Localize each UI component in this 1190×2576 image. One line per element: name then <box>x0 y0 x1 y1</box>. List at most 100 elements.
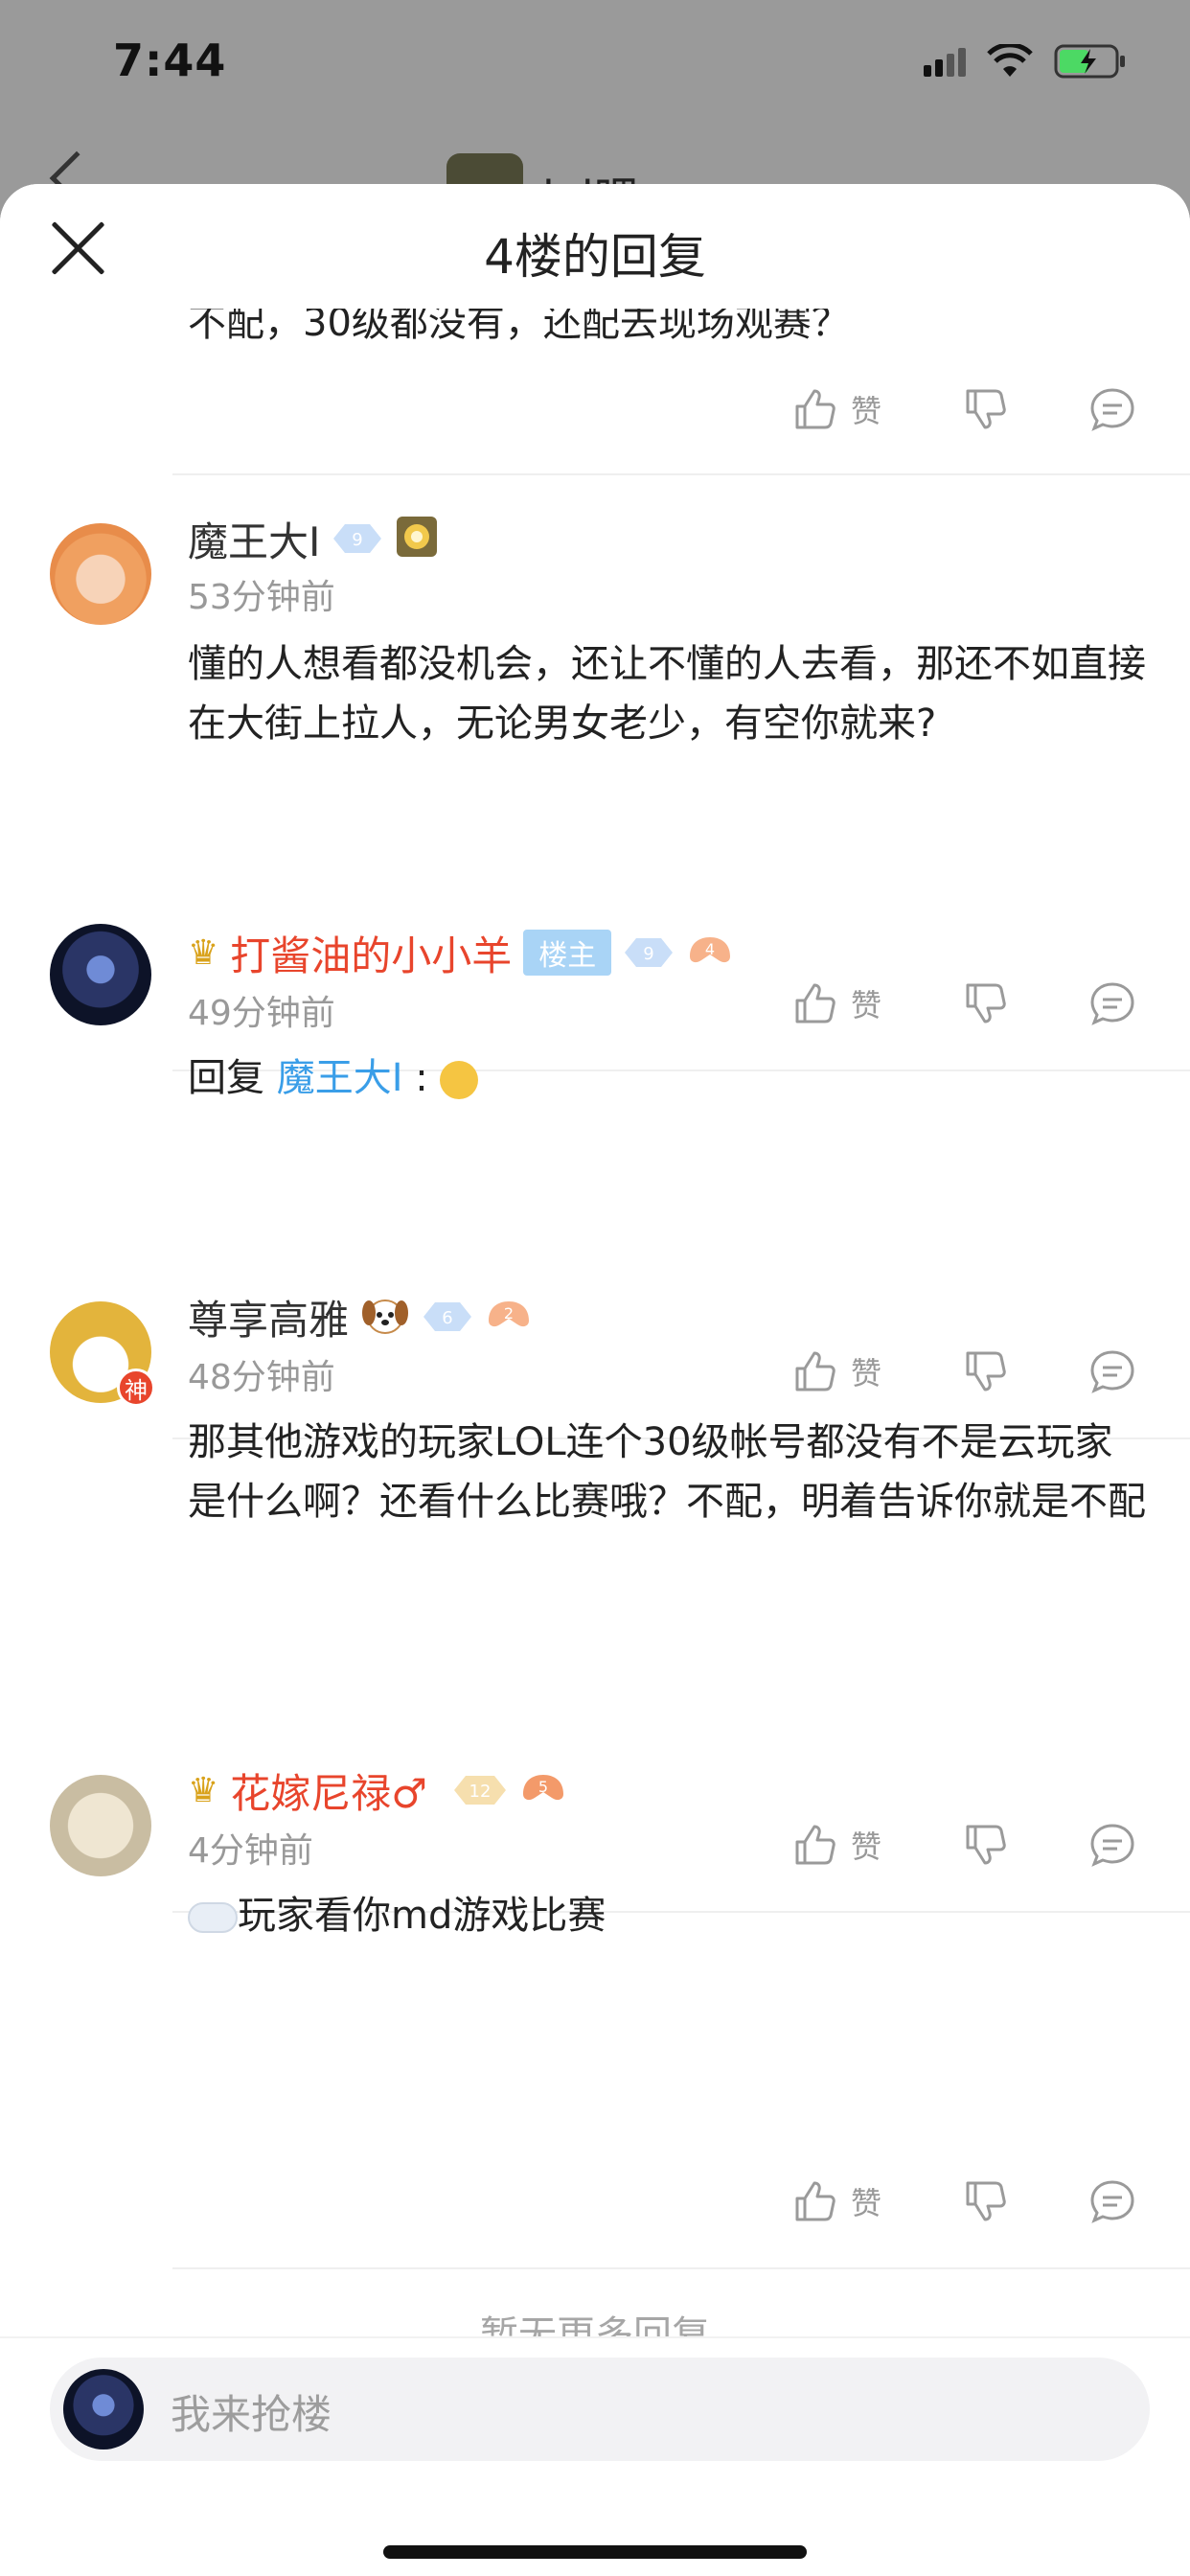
like-label: 赞 <box>851 1828 882 1865</box>
username-row: ♛ 打酱油的小小羊 楼主 9 4 <box>188 924 734 981</box>
level-badge: 9 <box>332 522 383 555</box>
dislike-button[interactable] <box>962 385 1010 433</box>
post-time: 48分钟前 <box>188 1358 335 1397</box>
thumbs-up-icon <box>795 1825 835 1865</box>
fan-level-icon: 2 <box>485 1296 533 1338</box>
dog-face-emoji-icon <box>360 1292 410 1342</box>
reply-body: 玩家看你md游戏比赛 <box>238 1894 606 1938</box>
like-label: 赞 <box>851 393 882 429</box>
dislike-button[interactable] <box>962 2177 1010 2225</box>
sheet-header: 4楼的回复 <box>0 184 1190 309</box>
background-nav: lol吧 <box>0 134 1190 230</box>
thumbs-down-icon <box>966 1825 1006 1865</box>
status-bar: 7:44 <box>0 0 1190 125</box>
thumbs-down-icon <box>966 983 1006 1024</box>
mention-link[interactable]: 魔王大I <box>277 1056 403 1100</box>
thumbs-up-icon <box>795 389 835 429</box>
divider <box>172 473 1190 475</box>
fan-level-icon: 5 <box>519 1769 567 1811</box>
status-icons <box>924 42 1127 80</box>
action-row: 赞 <box>0 1347 1190 1405</box>
user-avatar[interactable] <box>50 924 151 1025</box>
action-row: 赞 <box>0 2177 1190 2235</box>
like-button[interactable]: 赞 <box>791 979 881 1027</box>
svg-text:4: 4 <box>705 940 715 958</box>
current-user-avatar <box>63 2369 144 2450</box>
user-avatar[interactable] <box>50 523 151 625</box>
svg-text:12: 12 <box>469 1782 491 1802</box>
reply-button[interactable] <box>1088 1347 1136 1395</box>
svg-text:6: 6 <box>442 1308 452 1328</box>
thumbs-up-icon <box>795 2181 835 2221</box>
reply-text: 懂的人想看都没机会，还让不懂的人去看，那还不如直接在大街上拉人，无论男女老少，有… <box>188 642 1146 746</box>
thumbs-up-icon <box>795 1351 835 1392</box>
like-button[interactable]: 赞 <box>791 1821 881 1869</box>
like-label: 赞 <box>851 2185 882 2221</box>
level-badge: 12 <box>452 1774 508 1806</box>
dislike-button[interactable] <box>962 979 1010 1027</box>
comment-bubble-icon <box>1090 388 1134 431</box>
username[interactable]: 魔王大I <box>188 510 320 568</box>
reply-input-placeholder: 我来抢楼 <box>171 2391 332 2438</box>
avatar-badge: 神 <box>117 1368 155 1407</box>
thumbs-down-icon <box>966 1351 1006 1392</box>
comment-bubble-icon <box>1090 982 1134 1025</box>
status-time: 7:44 <box>113 34 227 86</box>
reply-prefix: 回复 <box>188 1056 264 1100</box>
cloud-emoji-icon <box>188 1902 238 1933</box>
divider <box>172 2267 1190 2269</box>
reply-input[interactable]: 我来抢楼 <box>50 2358 1150 2461</box>
reply-button[interactable] <box>1088 385 1136 433</box>
cellular-signal-icon <box>924 46 966 77</box>
post-time: 4分钟前 <box>188 1831 313 1871</box>
like-button[interactable]: 赞 <box>791 1347 881 1395</box>
username-row: ♛ 花嫁尼禄♂ 12 5 <box>188 1761 567 1819</box>
reply-text: 玩家看你md游戏比赛 <box>188 1886 1146 1945</box>
svg-text:9: 9 <box>644 944 654 964</box>
svg-text:2: 2 <box>504 1304 514 1322</box>
username[interactable]: 打酱油的小小羊 <box>230 924 512 982</box>
level-badge: 9 <box>623 936 675 969</box>
level-badge: 6 <box>422 1300 473 1333</box>
dislike-button[interactable] <box>962 1821 1010 1869</box>
reply-text: 回复 魔王大I : <box>188 1048 1146 1108</box>
sheet-title: 4楼的回复 <box>484 229 706 285</box>
dislike-button[interactable] <box>962 1347 1010 1395</box>
home-indicator[interactable] <box>383 2545 807 2559</box>
username[interactable]: 花嫁尼禄♂ <box>230 1761 427 1820</box>
comment-bubble-icon <box>1090 2180 1134 2223</box>
svg-text:9: 9 <box>353 530 363 550</box>
thumbs-up-icon <box>795 983 835 1024</box>
owner-tag: 楼主 <box>523 930 612 976</box>
post-time: 49分钟前 <box>188 994 335 1033</box>
action-row: 赞 <box>0 979 1190 1037</box>
username[interactable]: 尊享高雅 <box>188 1288 349 1346</box>
surprised-face-emoji-icon <box>440 1061 479 1099</box>
thumbs-down-icon <box>966 2181 1006 2221</box>
username-row: 尊享高雅 6 2 <box>188 1288 533 1346</box>
replies-sheet: 不配，30级都没有，还配去现场观赛？ 赞 魔王大I 9 53分钟前 懂的人想看都… <box>0 184 1190 2576</box>
fan-level-icon: 4 <box>686 932 734 974</box>
like-label: 赞 <box>851 1355 882 1392</box>
reply-button[interactable] <box>1088 979 1136 1027</box>
medal-icon <box>395 515 439 563</box>
svg-text:5: 5 <box>538 1778 548 1796</box>
wifi-icon <box>987 44 1033 79</box>
like-button[interactable]: 赞 <box>791 385 881 433</box>
like-button[interactable]: 赞 <box>791 2177 881 2225</box>
user-avatar[interactable]: 神 <box>50 1301 155 1407</box>
reply-button[interactable] <box>1088 2177 1136 2225</box>
crown-icon: ♛ <box>188 932 219 973</box>
user-avatar[interactable] <box>50 1775 151 1876</box>
reply-button[interactable] <box>1088 1821 1136 1869</box>
battery-charging-icon <box>1054 43 1127 80</box>
username-row: 魔王大I 9 <box>188 510 439 567</box>
reply-text: 那其他游戏的玩家LOL连个30级帐号都没有不是云玩家是什么啊？还看什么比赛哦？不… <box>188 1420 1146 1524</box>
action-row: 赞 <box>0 1821 1190 1878</box>
action-row: 赞 <box>0 385 1190 443</box>
reply-suffix: : <box>415 1056 428 1100</box>
like-label: 赞 <box>851 987 882 1024</box>
reply-footer: 我来抢楼 <box>0 2336 1190 2576</box>
comment-bubble-icon <box>1090 1350 1134 1393</box>
post-time: 53分钟前 <box>188 578 335 617</box>
